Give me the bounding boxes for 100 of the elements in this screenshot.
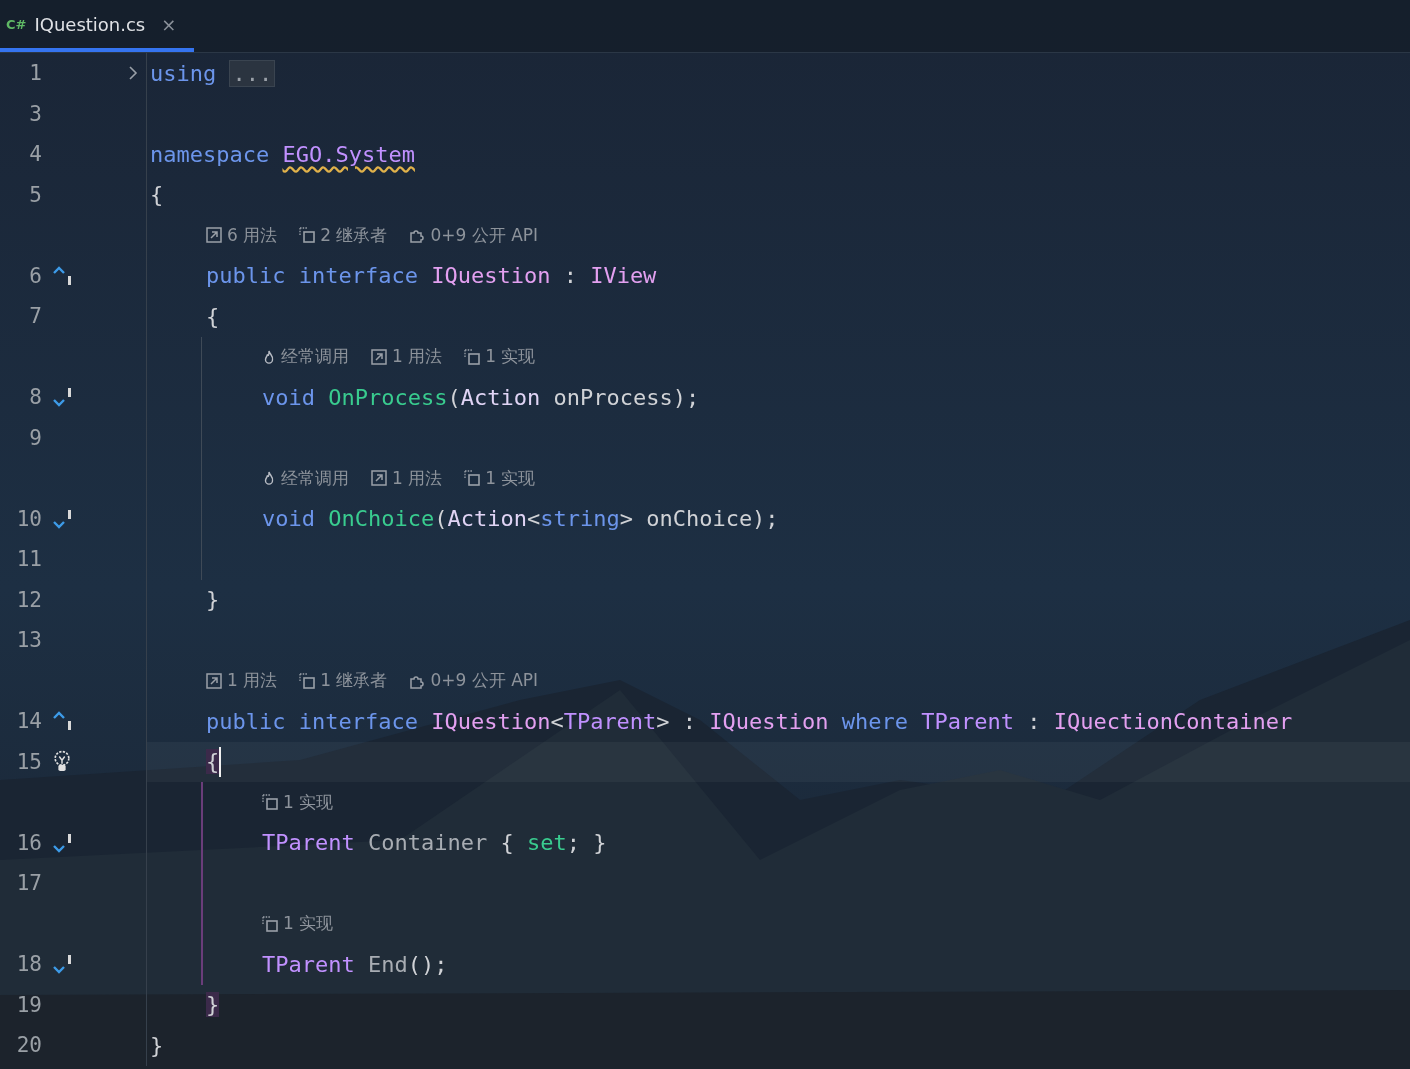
implemented-up-icon[interactable] <box>51 710 73 733</box>
keyword: string <box>540 506 620 532</box>
code-vision-hint[interactable]: 1 实现 <box>262 912 334 936</box>
method-name: set <box>526 830 567 856</box>
type-name: IQuestion <box>431 708 551 734</box>
code-vision-hint[interactable]: 2 继承者 <box>299 223 388 247</box>
code-text: (); <box>407 951 448 977</box>
dotted-square-icon <box>299 672 316 689</box>
code-text: ( <box>447 384 461 410</box>
code-text: < <box>550 708 564 734</box>
type-name: Action <box>447 506 527 532</box>
keyword: void <box>262 506 316 532</box>
code-text: { <box>150 182 164 208</box>
line-number: 12 <box>16 587 42 612</box>
code-text: > : <box>656 708 698 734</box>
code-text: : <box>1026 708 1042 734</box>
line-number: 4 <box>29 142 42 167</box>
arrow-box-icon <box>206 672 222 689</box>
dotted-square-icon <box>464 348 481 365</box>
line-number: 5 <box>29 182 42 207</box>
arrow-box-icon <box>371 470 387 487</box>
line-number: 15 <box>16 749 42 774</box>
lightbulb-icon[interactable] <box>52 749 72 774</box>
csharp-file-icon: C# <box>6 16 27 32</box>
line-number: 10 <box>16 506 42 531</box>
code-text: } <box>206 587 220 613</box>
code-text: onProcess); <box>552 384 700 410</box>
line-number: 19 <box>16 992 42 1017</box>
implementing-down-icon[interactable] <box>51 831 73 854</box>
implementing-down-icon[interactable] <box>51 386 73 409</box>
code-text: < <box>526 506 541 532</box>
type-name: IQuestion <box>709 708 830 734</box>
keyword: interface <box>298 708 419 734</box>
code-vision-hint[interactable]: 1 用法 <box>371 466 443 490</box>
keyword: public <box>206 263 287 289</box>
flame-icon <box>262 470 276 487</box>
line-number: 20 <box>16 1033 42 1058</box>
code-vision-hint[interactable]: 经常调用 <box>262 345 349 369</box>
member-name: Container <box>367 830 488 856</box>
line-number: 9 <box>29 425 42 450</box>
type-name: IView <box>590 263 657 289</box>
flame-icon <box>262 348 276 365</box>
line-number: 6 <box>29 263 42 288</box>
dotted-square-icon <box>262 794 278 811</box>
code-text: } <box>150 1032 164 1058</box>
code-vision-hint[interactable]: 1 继承者 <box>299 669 388 693</box>
implemented-up-icon[interactable] <box>51 264 73 287</box>
keyword: interface <box>298 263 419 289</box>
folded-code-placeholder[interactable]: ... <box>229 59 276 87</box>
line-number: 14 <box>16 709 42 734</box>
puzzle-icon <box>409 227 426 244</box>
method-name: OnChoice <box>328 506 435 532</box>
code-vision-hint[interactable]: 0+9 公开 API <box>409 669 539 693</box>
arrow-box-icon <box>371 348 387 365</box>
type-name: Action <box>460 384 541 410</box>
line-number: 8 <box>29 385 42 410</box>
type-parameter: TParent <box>563 708 657 734</box>
keyword: where <box>841 708 910 734</box>
code-vision-hint[interactable]: 1 用法 <box>206 669 278 693</box>
matched-brace: { <box>206 749 220 775</box>
line-number: 17 <box>16 871 42 896</box>
code-text: ( <box>434 506 448 532</box>
code-vision-hint[interactable]: 经常调用 <box>262 466 349 490</box>
type-name: IQuectionContainer <box>1053 708 1293 734</box>
line-number: 16 <box>16 830 42 855</box>
close-icon[interactable]: × <box>161 13 177 35</box>
code-vision-hint[interactable]: 1 实现 <box>464 345 536 369</box>
line-number: 3 <box>29 101 42 126</box>
keyword: namespace <box>150 141 271 167</box>
line-number: 11 <box>16 547 42 572</box>
code-vision-hint[interactable]: 0+9 公开 API <box>409 223 539 247</box>
line-number: 18 <box>16 952 42 977</box>
chevron-right-icon[interactable] <box>128 65 138 82</box>
code-text: { <box>499 830 515 856</box>
implementing-down-icon[interactable] <box>51 507 73 530</box>
code-text: > onChoice); <box>619 506 779 532</box>
code-vision-hint[interactable]: 1 实现 <box>262 790 334 814</box>
code-vision-hint[interactable]: 1 实现 <box>464 466 536 490</box>
code-text: ; } <box>566 830 607 856</box>
keyword: public <box>206 708 287 734</box>
keyword: using <box>150 60 218 86</box>
code-vision-hint[interactable]: 6 用法 <box>206 223 278 247</box>
type-parameter: TParent <box>921 708 1014 734</box>
dotted-square-icon <box>299 227 316 244</box>
file-tab[interactable]: C# IQuestion.cs × <box>0 0 195 52</box>
method-name: OnProcess <box>328 384 448 410</box>
code-vision-hint[interactable]: 1 用法 <box>371 345 443 369</box>
dotted-square-icon <box>262 915 278 932</box>
type-name: IQuestion <box>431 263 551 289</box>
type-parameter: TParent <box>262 830 356 856</box>
namespace-name: EGO.System <box>282 141 415 167</box>
keyword: void <box>262 384 316 410</box>
code-text: { <box>206 303 220 329</box>
type-parameter: TParent <box>262 951 356 977</box>
member-name: End <box>367 951 408 977</box>
code-text: : <box>562 263 578 289</box>
line-number: 7 <box>29 304 42 329</box>
matched-brace: } <box>206 992 220 1018</box>
line-number: 13 <box>16 628 42 653</box>
implementing-down-icon[interactable] <box>51 953 73 976</box>
